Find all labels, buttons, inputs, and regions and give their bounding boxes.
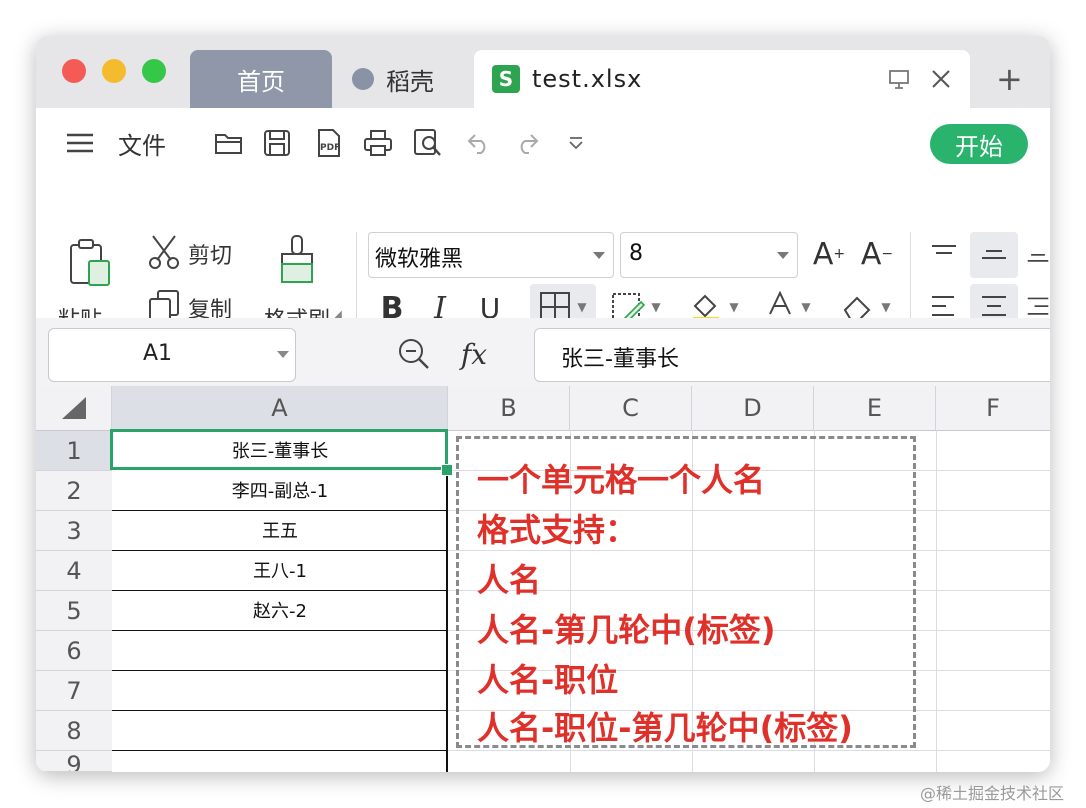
name-box[interactable]: A1 xyxy=(48,328,296,382)
formula-bar: A1 fx 张三-董事长 xyxy=(36,318,1050,386)
note-line-3: 人名 xyxy=(477,561,542,599)
formula-input[interactable]: 张三-董事长 xyxy=(534,328,1050,382)
open-folder-icon[interactable] xyxy=(212,125,246,161)
font-size-dropdown-icon xyxy=(777,252,789,259)
fill-pattern-dropdown-icon: ▼ xyxy=(651,300,661,314)
insert-function-button[interactable]: fx xyxy=(452,334,496,374)
active-cell-selection xyxy=(110,429,448,470)
name-box-value: A1 xyxy=(143,341,173,366)
row-header-9[interactable]: 9 xyxy=(36,751,112,772)
separator xyxy=(356,232,357,328)
zoom-lookup-icon[interactable] xyxy=(394,334,434,374)
column-header-b[interactable]: B xyxy=(448,386,570,430)
export-pdf-icon[interactable]: PDF xyxy=(310,125,348,161)
close-window-button[interactable] xyxy=(62,59,86,83)
file-menu-button[interactable]: 文件 xyxy=(112,125,172,161)
paste-icon[interactable] xyxy=(66,236,114,290)
row-header-5[interactable]: 5 xyxy=(36,591,112,631)
customize-toolbar-icon[interactable] xyxy=(562,125,590,161)
spreadsheet-grid[interactable]: A B C D E F 1 2 3 4 5 6 7 8 9 张三-董事长 李四-… xyxy=(36,386,1050,772)
hamburger-menu-icon[interactable] xyxy=(64,125,96,161)
app-window: 首页 稻壳 S test.xlsx + 文件 PDF 开始 剪切 复制 ◢ 微软… xyxy=(36,36,1050,772)
close-tab-icon[interactable] xyxy=(926,64,956,94)
instruction-note-box: 一个单元格一个人名 格式支持： 人名 人名-第几轮中(标签) 人名-职位 人名-… xyxy=(456,436,916,748)
align-top-icon[interactable] xyxy=(922,232,966,276)
tab-daoke[interactable]: 稻壳 xyxy=(340,50,470,108)
separator xyxy=(910,232,911,328)
font-name-dropdown-icon xyxy=(593,252,605,259)
cell-a6[interactable] xyxy=(112,630,448,670)
minimize-window-button[interactable] xyxy=(102,59,126,83)
tab-home[interactable]: 首页 xyxy=(190,50,332,108)
fill-color-dropdown-icon: ▼ xyxy=(729,300,739,314)
new-tab-icon[interactable]: + xyxy=(996,60,1023,98)
increase-font-size-icon[interactable]: A + xyxy=(810,232,848,276)
cut-label[interactable]: 剪切 xyxy=(188,238,232,270)
font-name-select[interactable]: 微软雅黑 xyxy=(368,232,614,278)
tab-file-label: test.xlsx xyxy=(532,65,643,93)
redo-icon[interactable] xyxy=(510,125,544,161)
cut-icon[interactable] xyxy=(146,234,182,270)
cell-a7[interactable] xyxy=(112,670,448,710)
font-size-select[interactable]: 8 xyxy=(620,232,798,278)
undo-icon[interactable] xyxy=(462,125,496,161)
decrease-font-size-icon[interactable]: A − xyxy=(858,232,896,276)
font-size-value: 8 xyxy=(629,241,643,266)
row-header-6[interactable]: 6 xyxy=(36,631,112,671)
note-line-5: 人名-职位 xyxy=(477,661,619,699)
tab-bar: 首页 稻壳 S test.xlsx + xyxy=(36,36,1050,108)
row-header-2[interactable]: 2 xyxy=(36,471,112,511)
pin-window-icon[interactable] xyxy=(884,64,914,94)
svg-text:PDF: PDF xyxy=(320,143,340,153)
font-color-dropdown-icon: ▼ xyxy=(801,300,811,314)
cell-a3[interactable]: 王五 xyxy=(112,510,448,550)
row-header-1[interactable]: 1 xyxy=(36,431,112,471)
row-header-7[interactable]: 7 xyxy=(36,671,112,711)
note-line-6: 人名-职位-第几轮中(标签) xyxy=(477,709,853,747)
ribbon-toolbar: 文件 PDF 开始 粘贴 ▼ xyxy=(36,108,1050,342)
watermark: @稀土掘金技术社区 xyxy=(920,784,1065,803)
cell-a8[interactable] xyxy=(112,710,448,750)
note-line-2: 格式支持： xyxy=(477,511,638,549)
tab-test-xlsx[interactable]: S test.xlsx xyxy=(474,50,970,108)
row-header-8[interactable]: 8 xyxy=(36,711,112,751)
tab-daoke-label: 稻壳 xyxy=(386,67,434,96)
cell-border xyxy=(112,750,448,751)
fill-handle[interactable] xyxy=(441,464,453,476)
column-header-f[interactable]: F xyxy=(936,386,1050,430)
font-name-value: 微软雅黑 xyxy=(375,247,464,272)
column-header-c[interactable]: C xyxy=(570,386,692,430)
print-icon[interactable] xyxy=(360,125,396,161)
note-line-4: 人名-第几轮中(标签) xyxy=(477,611,776,649)
align-bottom-icon[interactable] xyxy=(1026,232,1050,276)
column-header-d[interactable]: D xyxy=(692,386,814,430)
row-header-4[interactable]: 4 xyxy=(36,551,112,591)
name-box-dropdown-icon xyxy=(277,351,289,358)
cell-a4[interactable]: 王八-1 xyxy=(112,550,448,590)
daoke-logo-icon xyxy=(352,68,374,90)
gridline xyxy=(936,430,937,772)
clear-format-dropdown-icon: ▼ xyxy=(881,300,891,314)
format-painter-icon[interactable] xyxy=(274,234,320,288)
save-icon[interactable] xyxy=(260,125,294,161)
print-preview-icon[interactable] xyxy=(410,125,446,161)
spreadsheet-icon: S xyxy=(492,65,520,93)
align-middle-icon[interactable] xyxy=(970,232,1018,278)
column-header-e[interactable]: E xyxy=(814,386,936,430)
borders-dropdown-icon: ▼ xyxy=(577,300,587,314)
cell-a2[interactable]: 李四-副总-1 xyxy=(112,470,448,510)
maximize-window-button[interactable] xyxy=(142,59,166,83)
select-all-corner[interactable] xyxy=(36,386,112,430)
row-header-3[interactable]: 3 xyxy=(36,511,112,551)
cell-a5[interactable]: 赵六-2 xyxy=(112,590,448,630)
note-line-1: 一个单元格一个人名 xyxy=(477,461,766,499)
tab-home-label: 首页 xyxy=(237,67,285,96)
formula-value: 张三-董事长 xyxy=(561,347,679,372)
column-header-a[interactable]: A xyxy=(112,386,448,430)
start-tab-button[interactable]: 开始 xyxy=(930,124,1028,164)
gridline xyxy=(448,750,1050,751)
